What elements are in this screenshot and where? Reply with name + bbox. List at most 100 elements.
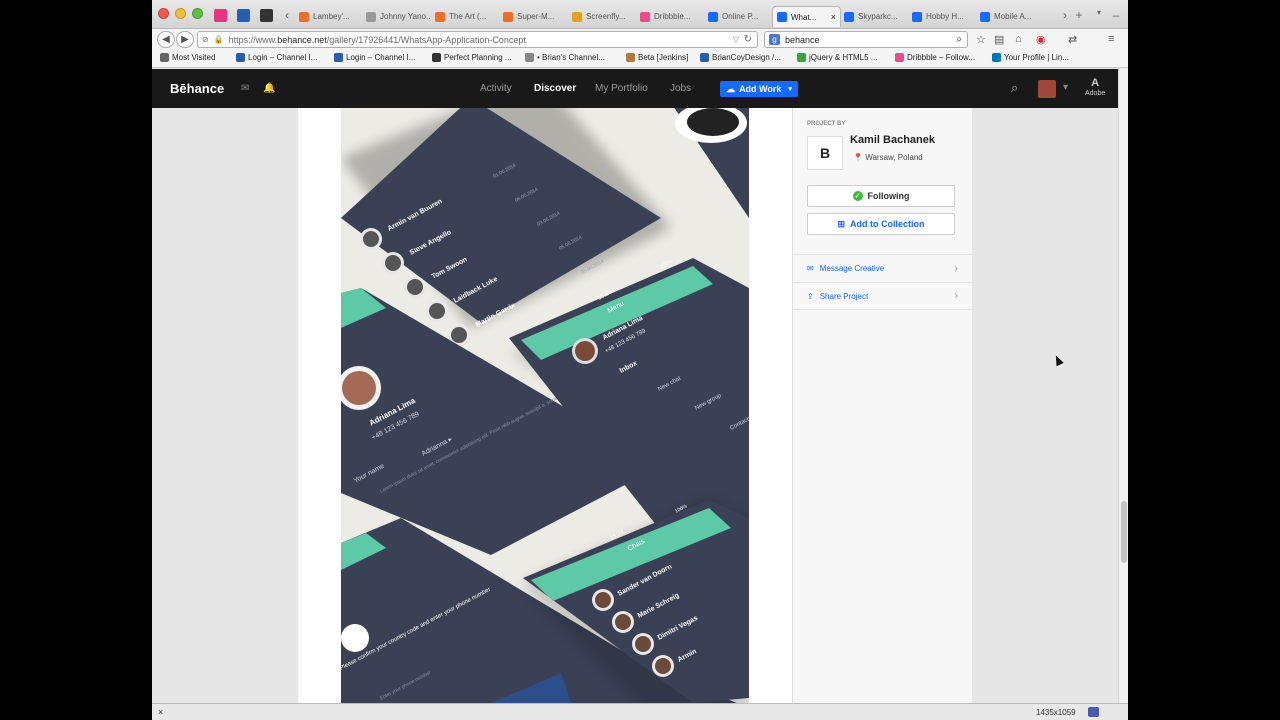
message-creative-link[interactable]: ✉ Message Creative ›: [793, 254, 972, 282]
notification-bell-icon[interactable]: 🔔: [263, 83, 275, 94]
whatsapp-icon: [341, 624, 369, 652]
adobe-logo[interactable]: A Adobe: [1085, 78, 1105, 98]
search-icon[interactable]: ⌕: [1011, 80, 1018, 96]
new-tab-button[interactable]: +: [1072, 8, 1086, 22]
check-circle-icon: ✓: [852, 191, 863, 201]
chevron-right-icon: ›: [954, 290, 958, 302]
browser-tab[interactable]: Mobile A...: [976, 6, 1045, 27]
bookmark-item[interactable]: Login – Channel I...: [334, 53, 415, 62]
browser-tab[interactable]: Dribbble...: [636, 6, 705, 27]
vertical-scrollbar[interactable]: [1118, 69, 1128, 703]
envelope-icon: ✉: [807, 264, 814, 273]
identity-icon[interactable]: ⊘: [202, 35, 209, 44]
bookmark-star-icon[interactable]: ☆: [976, 33, 986, 46]
chat-avatar-photo: [635, 636, 651, 652]
bookmark-item[interactable]: Perfect Planning ...: [432, 53, 512, 62]
bookmark-label: Your Profile | Lin...: [1004, 53, 1069, 62]
browser-tab[interactable]: Hobby H...: [908, 6, 977, 27]
tab-list-button[interactable]: ▾: [1092, 8, 1106, 17]
search-input[interactable]: behance: [785, 35, 820, 45]
nav-jobs[interactable]: Jobs: [670, 83, 691, 94]
scrollbar-thumb[interactable]: [1121, 501, 1127, 563]
profile-photo-face: [687, 108, 739, 136]
screenshot-addon-icon[interactable]: [1088, 707, 1099, 717]
tab-label: Super-M...: [517, 12, 555, 21]
zoom-window-button[interactable]: [192, 8, 203, 19]
home-icon[interactable]: ⌂: [1015, 33, 1022, 45]
contact-avatar-photo: [363, 231, 379, 247]
pinned-tab-screen[interactable]: [260, 9, 273, 22]
chevron-down-icon[interactable]: ▾: [1063, 82, 1068, 93]
bookmark-favicon-icon: [992, 53, 1001, 62]
url-domain: behance.net: [277, 34, 327, 45]
add-work-button[interactable]: ☁ Add Work ▾: [720, 81, 798, 97]
bookmarks-menu-icon[interactable]: ▤: [994, 33, 1004, 46]
close-tab-icon[interactable]: ×: [831, 12, 836, 22]
chat-avatar-photo: [615, 614, 631, 630]
owner-name[interactable]: Kamil Bachanek: [850, 134, 935, 146]
status-bar: × 1435x1059: [152, 703, 1128, 720]
lock-icon: 🔒: [213, 35, 224, 44]
browser-tab[interactable]: The Art (...: [431, 6, 500, 27]
browser-tab[interactable]: Johnny Yano...: [362, 6, 431, 27]
browser-tab[interactable]: Online P...: [704, 6, 773, 27]
user-avatar[interactable]: [1038, 80, 1056, 98]
nav-discover[interactable]: Discover: [534, 83, 576, 94]
minimize-window-button[interactable]: [175, 8, 186, 19]
following-button[interactable]: ✓ Following: [807, 185, 955, 207]
tab-favicon-icon: [777, 12, 787, 22]
search-icon[interactable]: ⌕: [956, 34, 962, 45]
bookmark-item[interactable]: jQuery & HTML5 ...: [797, 53, 877, 62]
page-dimensions: 1435x1059: [1036, 708, 1076, 717]
mail-icon[interactable]: ✉: [241, 83, 249, 94]
tab-label: What...: [791, 12, 817, 22]
navigation-bar: ◀ ▶ ⊘ 🔒 https://www.behance.net/gallery/…: [152, 29, 1128, 50]
menu-icon[interactable]: ≡: [1108, 33, 1114, 45]
bookmark-item[interactable]: BrianCoyDesign /...: [700, 53, 781, 62]
addon-icon[interactable]: ◉: [1036, 33, 1046, 46]
nav-activity[interactable]: Activity: [480, 83, 512, 94]
sync-icon[interactable]: ⇄: [1068, 33, 1077, 46]
tab-favicon-icon: [366, 11, 376, 22]
minimize-icon[interactable]: –: [1109, 8, 1123, 22]
pinned-tab-iq[interactable]: [237, 9, 250, 22]
tab-favicon-icon: [980, 11, 990, 22]
close-window-button[interactable]: [158, 8, 169, 19]
bookmark-item[interactable]: Dribbble – Follow...: [895, 53, 975, 62]
bookmark-item[interactable]: • Brian's Channel...: [525, 53, 605, 62]
browser-tab[interactable]: Super-M...: [499, 6, 568, 27]
chevron-down-icon: ▾: [788, 86, 792, 93]
bookmark-item[interactable]: Your Profile | Lin...: [992, 53, 1069, 62]
pinned-tab-invision[interactable]: [214, 9, 227, 22]
browser-tab[interactable]: Skyparkc...: [840, 6, 909, 27]
tabs-scroll-right-button[interactable]: ›: [1058, 8, 1072, 22]
back-button[interactable]: ◀: [157, 31, 175, 48]
browser-tab[interactable]: Lambey'...: [295, 6, 364, 27]
share-project-link[interactable]: ⇪ Share Project ›: [793, 282, 972, 310]
owner-logo[interactable]: B: [807, 136, 843, 170]
browser-tab[interactable]: Screenfly...: [568, 6, 637, 27]
tab-favicon-icon: [435, 11, 445, 22]
chevron-right-icon: ›: [954, 262, 958, 275]
bookmark-item[interactable]: Most Visited: [160, 53, 215, 62]
dropdown-arrow-icon[interactable]: ▽: [733, 35, 739, 44]
tab-favicon-icon: [708, 11, 718, 22]
bookmark-label: BrianCoyDesign /...: [712, 53, 781, 62]
forward-button[interactable]: ▶: [176, 31, 194, 48]
behance-logo[interactable]: Bēhance: [170, 81, 224, 96]
bookmark-item[interactable]: Login – Channel I...: [236, 53, 317, 62]
google-search-icon[interactable]: g: [769, 34, 780, 45]
reload-icon[interactable]: ↻: [744, 34, 752, 45]
bookmark-item[interactable]: Beta [Jenkins]: [626, 53, 688, 62]
add-to-collection-button[interactable]: ⊞ Add to Collection: [807, 213, 955, 235]
tab-favicon-icon: [640, 11, 650, 22]
tabs-scroll-left-button[interactable]: ‹: [280, 8, 294, 22]
search-bar[interactable]: g behance ⌕: [764, 31, 968, 48]
browser-tab[interactable]: What... ×: [772, 6, 841, 27]
close-addon-bar-icon[interactable]: ×: [158, 707, 163, 717]
tab-favicon-icon: [503, 11, 513, 22]
nav-my-portfolio[interactable]: My Portfolio: [595, 83, 648, 94]
url-bar[interactable]: ⊘ 🔒 https://www.behance.net/gallery/1792…: [197, 31, 758, 48]
bookmark-favicon-icon: [160, 53, 169, 62]
owner-location-text: Warsaw, Poland: [865, 153, 923, 162]
